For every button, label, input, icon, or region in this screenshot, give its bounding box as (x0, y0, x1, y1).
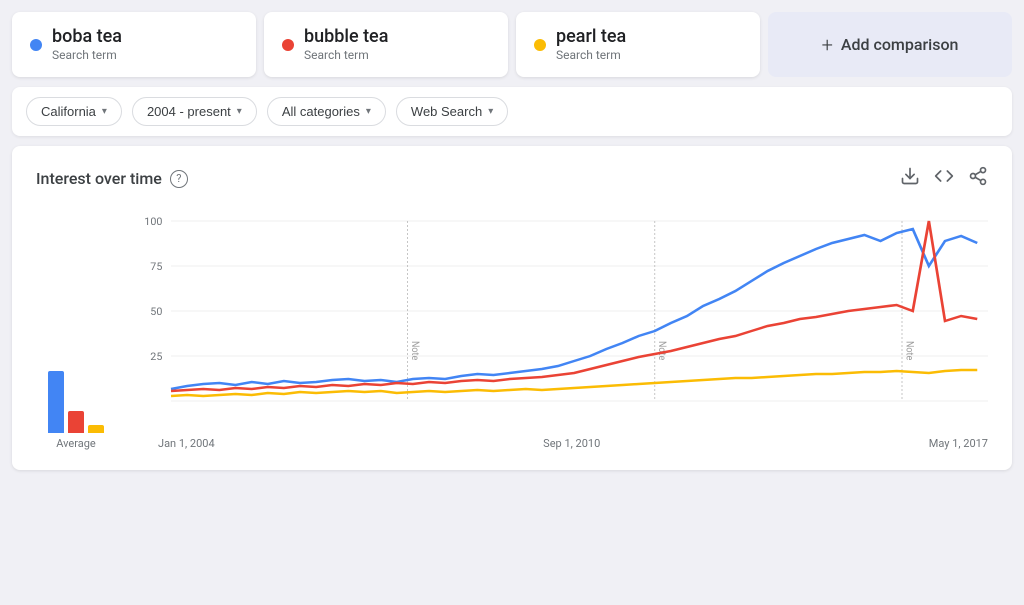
chart-title: Interest over time (36, 169, 162, 188)
bubble-tea-dot (282, 39, 294, 51)
svg-text:50: 50 (150, 305, 162, 318)
bubble-tea-name: bubble tea (304, 26, 388, 47)
search-terms-row: boba tea Search term bubble tea Search t… (12, 12, 1012, 77)
chart-section: Interest over time ? (12, 146, 1012, 470)
search-term-card-pearl-tea[interactable]: pearl tea Search term (516, 12, 760, 77)
filter-location[interactable]: California ▾ (26, 97, 122, 126)
svg-text:Note: Note (903, 341, 914, 360)
pearl-tea-name: pearl tea (556, 26, 626, 47)
boba-tea-label: Search term (52, 48, 117, 62)
chevron-down-icon: ▾ (102, 106, 107, 117)
avg-label: Average (56, 437, 96, 450)
chart-actions (900, 166, 988, 191)
filter-search-type[interactable]: Web Search ▾ (396, 97, 508, 126)
avg-bar-container: Average (36, 353, 116, 450)
filter-date[interactable]: 2004 - present ▾ (132, 97, 257, 126)
svg-text:100: 100 (144, 215, 162, 228)
avg-bars (48, 353, 104, 433)
pearl-tea-label: Search term (556, 48, 621, 62)
x-axis-labels: Jan 1, 2004 Sep 1, 2010 May 1, 2017 (128, 437, 988, 450)
search-term-card-boba-tea[interactable]: boba tea Search term (12, 12, 256, 77)
chevron-down-icon: ▾ (237, 106, 242, 117)
bubble-tea-line (171, 221, 977, 391)
avg-bar-pearl (88, 425, 104, 433)
chevron-down-icon: ▾ (366, 106, 371, 117)
filter-categories[interactable]: All categories ▾ (267, 97, 386, 126)
add-comparison-label: Add comparison (841, 35, 959, 54)
plus-icon: + (822, 33, 833, 57)
chart-container: Average 100 75 50 25 Note Note (36, 211, 988, 450)
search-term-card-bubble-tea[interactable]: bubble tea Search term (264, 12, 508, 77)
svg-text:Note: Note (656, 341, 667, 360)
x-label-2010: Sep 1, 2010 (543, 437, 600, 450)
pearl-tea-dot (534, 39, 546, 51)
filter-date-label: 2004 - present (147, 104, 231, 119)
boba-tea-dot (30, 39, 42, 51)
x-label-2004: Jan 1, 2004 (158, 437, 215, 450)
download-icon[interactable] (900, 166, 920, 191)
chart-title-row: Interest over time ? (36, 169, 188, 188)
avg-bar-boba (48, 371, 64, 433)
svg-text:Note: Note (409, 341, 420, 360)
filter-categories-label: All categories (282, 104, 360, 119)
chevron-down-icon: ▾ (488, 106, 493, 117)
help-icon[interactable]: ? (170, 170, 188, 188)
boba-tea-name: boba tea (52, 26, 122, 47)
line-chart-wrap: 100 75 50 25 Note Note Note (128, 211, 988, 450)
avg-bar-bubble (68, 411, 84, 433)
add-comparison-button[interactable]: + Add comparison (768, 12, 1012, 77)
svg-text:25: 25 (150, 350, 162, 363)
svg-text:75: 75 (150, 260, 162, 273)
bubble-tea-label: Search term (304, 48, 369, 62)
line-chart-svg: 100 75 50 25 Note Note Note (128, 211, 988, 431)
x-label-2017: May 1, 2017 (929, 437, 988, 450)
filter-location-label: California (41, 104, 96, 119)
filters-row: California ▾ 2004 - present ▾ All catego… (12, 87, 1012, 136)
embed-icon[interactable] (934, 166, 954, 191)
chart-header: Interest over time ? (36, 166, 988, 191)
share-icon[interactable] (968, 166, 988, 191)
filter-search-type-label: Web Search (411, 104, 482, 119)
